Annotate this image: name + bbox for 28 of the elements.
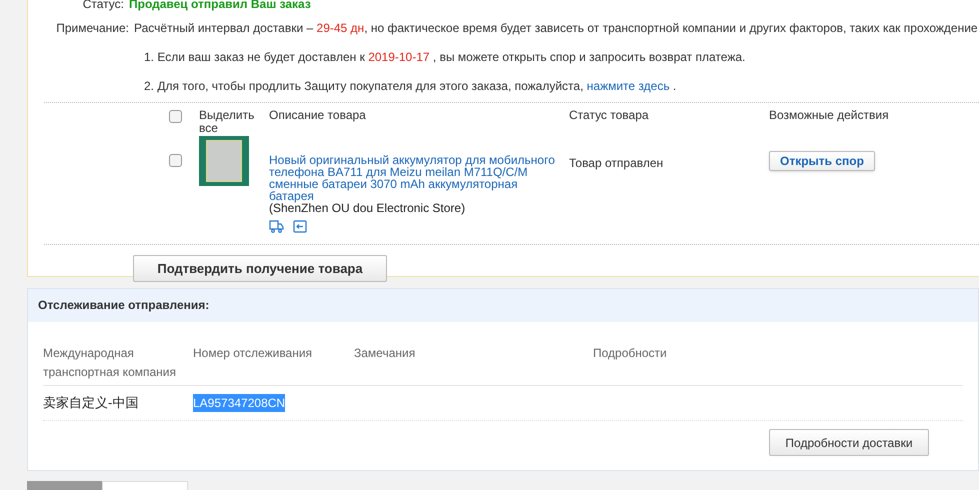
tracking-number: LA957347208CN bbox=[193, 394, 286, 412]
status-value: Продавец отправил Ваш заказ bbox=[129, 0, 311, 11]
return-icon[interactable] bbox=[293, 220, 307, 233]
help-link[interactable]: нажмите здесь bbox=[586, 79, 670, 93]
note-text: 2. Для того, чтобы продлить Защиту покупателя для этого заказа, пожалуйста, нажмите здесь . bbox=[143, 78, 678, 95]
open-dispute-button[interactable]: Открыть спор bbox=[769, 151, 875, 171]
delivery-details-button[interactable]: Подробности доставки bbox=[769, 429, 929, 456]
product-link[interactable]: Новый оригинальный аккумулятор для мобильного телефона BA711 для Meizu meilan M711Q/C/M сменные батареи 3070 mAh аккумуляторная батарея bbox=[269, 154, 569, 202]
tracking-title: Отслеживание отправления: bbox=[28, 289, 978, 322]
note-label: Примечание: bbox=[55, 20, 130, 37]
checkbox[interactable] bbox=[169, 110, 182, 123]
item-status: Товар отправлен bbox=[569, 155, 664, 172]
column-header: Подробности bbox=[593, 345, 667, 362]
store-name: (ShenZhen OU dou Electronic Store) bbox=[269, 202, 466, 214]
note-text: Расчётный интервал доставки – 29-45 дн, но фактическое время будет зависеть от транспортной компании и других факторов, таких как прохождение bbox=[134, 20, 978, 37]
column-header: Замечания bbox=[354, 345, 416, 362]
column-header: Статус товара bbox=[569, 109, 650, 124]
column-header: Описание товара bbox=[269, 109, 367, 124]
column-header: Номер отслеживания bbox=[193, 345, 314, 362]
column-header: Выделить все bbox=[199, 109, 256, 135]
checkbox[interactable] bbox=[169, 154, 182, 167]
table-cell-text: 卖家自定义-中国 bbox=[43, 394, 140, 412]
confirm-receipt-button[interactable]: Подтвердить получение товара bbox=[133, 255, 387, 282]
note-text: 1. Если ваш заказ не будет доставлен к 2019-10-17 , вы можете открыть спор и запросить возврат платежа. bbox=[143, 49, 746, 66]
product-photo bbox=[199, 136, 249, 186]
column-header: Международная транспортная компания bbox=[43, 345, 177, 381]
truck-icon[interactable] bbox=[269, 220, 284, 233]
column-header: Возможные действия bbox=[769, 109, 889, 124]
